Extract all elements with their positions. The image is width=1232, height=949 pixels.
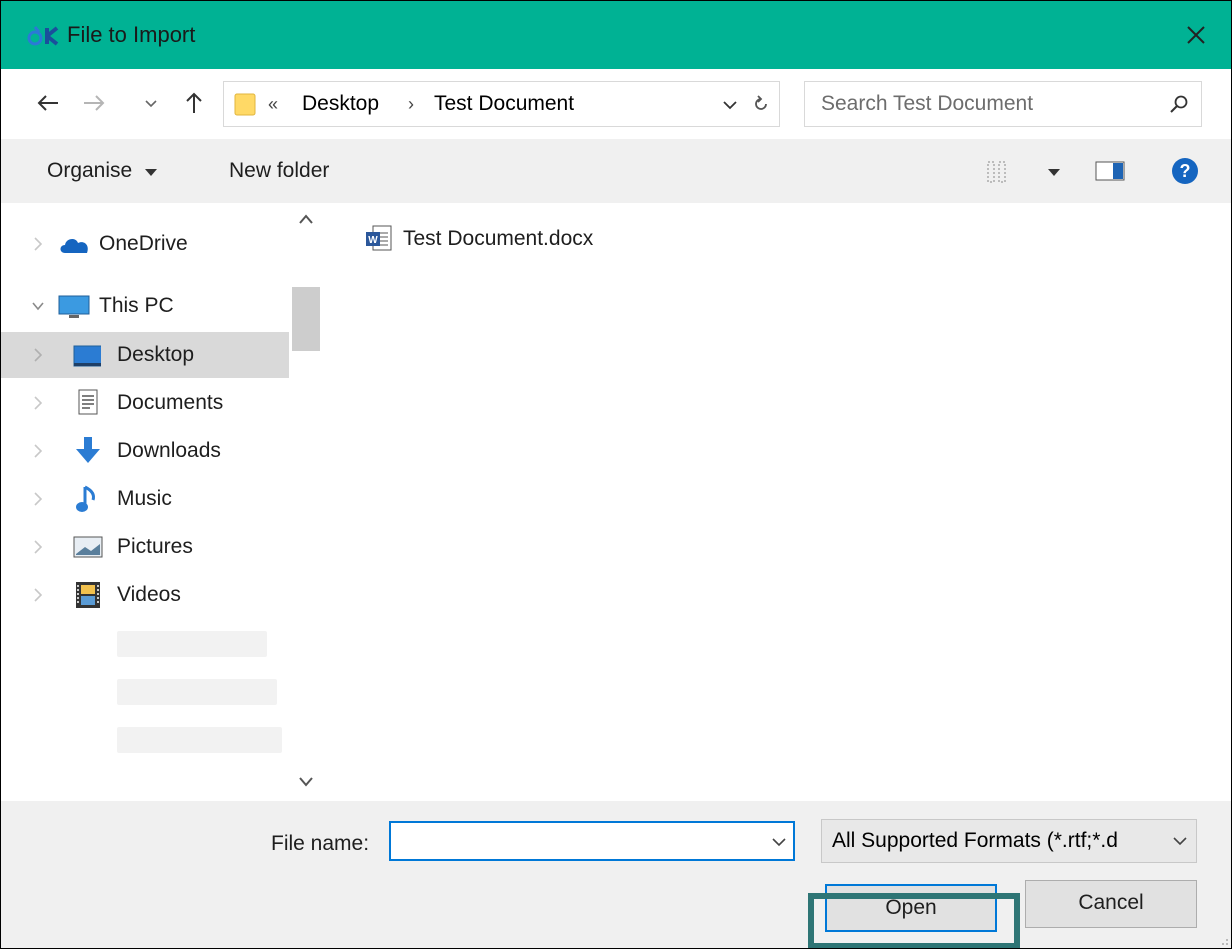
videos-icon <box>76 582 100 608</box>
caret-down-icon <box>145 169 158 176</box>
expand-chevron-icon[interactable] <box>31 347 45 363</box>
organise-label: Organise <box>47 159 133 182</box>
breadcrumb-separator[interactable]: › <box>408 82 414 126</box>
expand-chevron-icon[interactable] <box>31 539 45 555</box>
collapse-chevron-icon[interactable] <box>31 298 45 314</box>
scrollbar-thumb[interactable] <box>292 287 320 351</box>
file-name-field[interactable] <box>389 821 795 861</box>
desktop-icon <box>73 345 101 367</box>
dialog-footer: File name: All Supported Formats (*.rtf;… <box>1 801 1231 948</box>
help-icon[interactable]: ? <box>1171 157 1199 185</box>
sidebar-item-onedrive[interactable]: OneDrive <box>1 221 289 267</box>
word-document-icon: W <box>366 225 392 251</box>
address-bar[interactable]: « Desktop › Test Document <box>223 81 780 127</box>
organise-button[interactable]: Organise <box>47 139 158 203</box>
faded-sidebar-item <box>117 631 267 657</box>
preview-pane-icon[interactable] <box>1095 161 1125 181</box>
resize-grip-icon[interactable] <box>1217 934 1229 946</box>
back-arrow-icon <box>37 95 58 111</box>
sidebar-item-label: This PC <box>99 294 174 317</box>
file-name: Test Document.docx <box>403 227 594 250</box>
sidebar-item-label: Music <box>117 487 172 510</box>
folder-icon <box>234 93 256 116</box>
pictures-icon <box>73 536 103 558</box>
svg-text:W: W <box>368 235 378 246</box>
file-item[interactable]: W Test Document.docx <box>365 219 593 259</box>
search-icon[interactable] <box>1169 94 1189 114</box>
file-type-select[interactable]: All Supported Formats (*.rtf;*.d <box>821 819 1197 863</box>
back-button[interactable] <box>33 89 63 117</box>
faded-sidebar-item <box>117 727 282 753</box>
file-type-value: All Supported Formats (*.rtf;*.d <box>832 829 1118 852</box>
sidebar-item-label: Downloads <box>117 439 221 462</box>
navigation-pane: OneDrive This PC Desktop Documents Downl… <box>1 203 289 801</box>
window-title: File to Import <box>67 22 196 47</box>
expand-chevron-icon[interactable] <box>31 443 45 459</box>
view-dropdown-icon[interactable] <box>1047 167 1061 177</box>
close-icon <box>1187 26 1205 44</box>
cancel-button[interactable]: Cancel <box>1025 880 1197 928</box>
faded-sidebar-item <box>117 679 277 705</box>
sidebar-item-label: Pictures <box>117 535 193 558</box>
sidebar-item-label: Documents <box>117 391 224 414</box>
sidebar-item-music[interactable]: Music <box>1 476 289 522</box>
command-bar: Organise New folder ? <box>1 139 1231 203</box>
search-input[interactable]: Search Test Document <box>821 82 1033 126</box>
search-box[interactable]: Search Test Document <box>804 81 1202 127</box>
expand-chevron-icon[interactable] <box>31 236 45 252</box>
expand-chevron-icon[interactable] <box>31 491 45 507</box>
new-folder-button[interactable]: New folder <box>229 139 329 203</box>
view-options-icon[interactable] <box>987 161 1011 183</box>
sidebar-item-desktop[interactable]: Desktop <box>1 332 289 378</box>
onedrive-cloud-icon <box>60 239 88 253</box>
forward-button[interactable] <box>79 89 109 117</box>
sidebar-item-documents[interactable]: Documents <box>1 380 289 426</box>
music-icon <box>76 485 95 512</box>
title-bar: File to Import <box>1 1 1231 69</box>
file-list-pane: W Test Document.docx <box>329 203 1231 801</box>
expand-chevron-icon[interactable] <box>31 395 45 411</box>
sidebar-item-videos[interactable]: Videos <box>1 572 289 618</box>
close-button[interactable] <box>1161 1 1231 69</box>
sidebar-item-label: Desktop <box>117 343 195 366</box>
expand-chevron-icon[interactable] <box>31 587 45 603</box>
up-button[interactable] <box>179 89 209 117</box>
downloads-icon <box>76 437 100 463</box>
breadcrumb-test-document[interactable]: Test Document <box>434 82 574 126</box>
file-name-label: File name: <box>271 832 370 855</box>
file-import-dialog: File to Import « Desktop › Test Document… <box>0 0 1232 949</box>
navigation-scrollbar[interactable] <box>289 203 329 801</box>
documents-icon <box>78 389 98 415</box>
svg-text:?: ? <box>1180 161 1191 181</box>
scroll-down-icon[interactable] <box>298 776 314 788</box>
sidebar-item-downloads[interactable]: Downloads <box>1 428 289 474</box>
sidebar-item-pictures[interactable]: Pictures <box>1 524 289 570</box>
breadcrumb-desktop[interactable]: Desktop <box>302 82 379 126</box>
refresh-icon[interactable] <box>751 94 771 114</box>
recent-locations-button[interactable] <box>141 89 161 117</box>
file-type-dropdown-icon[interactable] <box>1172 834 1188 848</box>
computer-icon <box>58 295 90 318</box>
up-arrow-icon <box>186 92 202 113</box>
navigation-bar: « Desktop › Test Document Search Test Do… <box>1 69 1231 139</box>
scroll-up-icon[interactable] <box>298 213 314 225</box>
sidebar-item-this-pc[interactable]: This PC <box>1 283 289 329</box>
file-name-dropdown-icon[interactable] <box>771 835 787 849</box>
open-button-highlight <box>808 893 1020 948</box>
sidebar-item-label: Videos <box>117 583 181 606</box>
app-logo-icon <box>27 26 59 46</box>
address-dropdown-icon[interactable] <box>721 96 739 114</box>
forward-arrow-icon <box>84 95 105 111</box>
chevron-down-icon <box>145 100 157 108</box>
address-overflow[interactable]: « <box>268 82 278 126</box>
sidebar-item-label: OneDrive <box>99 232 188 255</box>
